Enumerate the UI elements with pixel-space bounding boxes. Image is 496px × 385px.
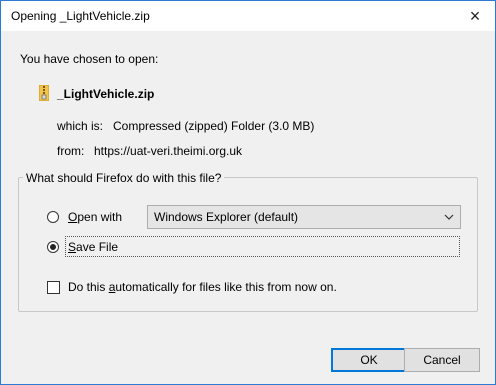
close-button[interactable]: × — [455, 1, 495, 31]
focus-rectangle — [65, 236, 460, 257]
save-file-accel: S — [68, 240, 77, 254]
save-file-rest: ave File — [76, 240, 119, 254]
dialog-title: Opening _LightVehicle.zip — [11, 9, 150, 23]
file-name: _LightVehicle.zip — [57, 87, 155, 101]
open-with-radio[interactable] — [47, 211, 59, 223]
title-bar: Opening _LightVehicle.zip × — [1, 1, 495, 31]
save-file-radio[interactable] — [47, 241, 59, 253]
action-group-legend: What should Firefox do with this file? — [23, 171, 225, 185]
file-source-label: from: — [57, 144, 85, 158]
chevron-down-icon — [444, 214, 454, 220]
application-select-value: Windows Explorer (default) — [154, 210, 299, 224]
open-with-accel: O — [68, 210, 78, 224]
save-file-label[interactable]: Save File — [68, 240, 118, 254]
auto-checkbox[interactable] — [47, 281, 60, 294]
radio-selected-dot — [50, 244, 56, 250]
close-icon: × — [469, 5, 481, 26]
ok-button[interactable]: OK — [331, 348, 407, 372]
cancel-button[interactable]: Cancel — [404, 348, 480, 372]
auto-checkbox-label[interactable]: Do this automatically for files like thi… — [68, 280, 337, 294]
file-type-value: Compressed (zipped) Folder (3.0 MB) — [113, 119, 315, 133]
zip-folder-icon — [39, 85, 49, 101]
open-with-rest: pen with — [77, 210, 123, 224]
auto-prefix: Do this — [68, 280, 109, 294]
download-dialog: Opening _LightVehicle.zip × You have cho… — [0, 0, 496, 385]
open-with-label[interactable]: Open with — [68, 210, 122, 224]
ok-button-label: OK — [360, 353, 378, 367]
file-source-value: https://uat-veri.theimi.org.uk — [94, 144, 243, 158]
cancel-button-label: Cancel — [423, 353, 461, 367]
application-select[interactable]: Windows Explorer (default) — [147, 205, 461, 229]
chosen-to-open-label: You have chosen to open: — [20, 52, 159, 66]
file-type-label: which is: — [57, 119, 104, 133]
auto-rest: utomatically for files like this from no… — [115, 280, 337, 294]
